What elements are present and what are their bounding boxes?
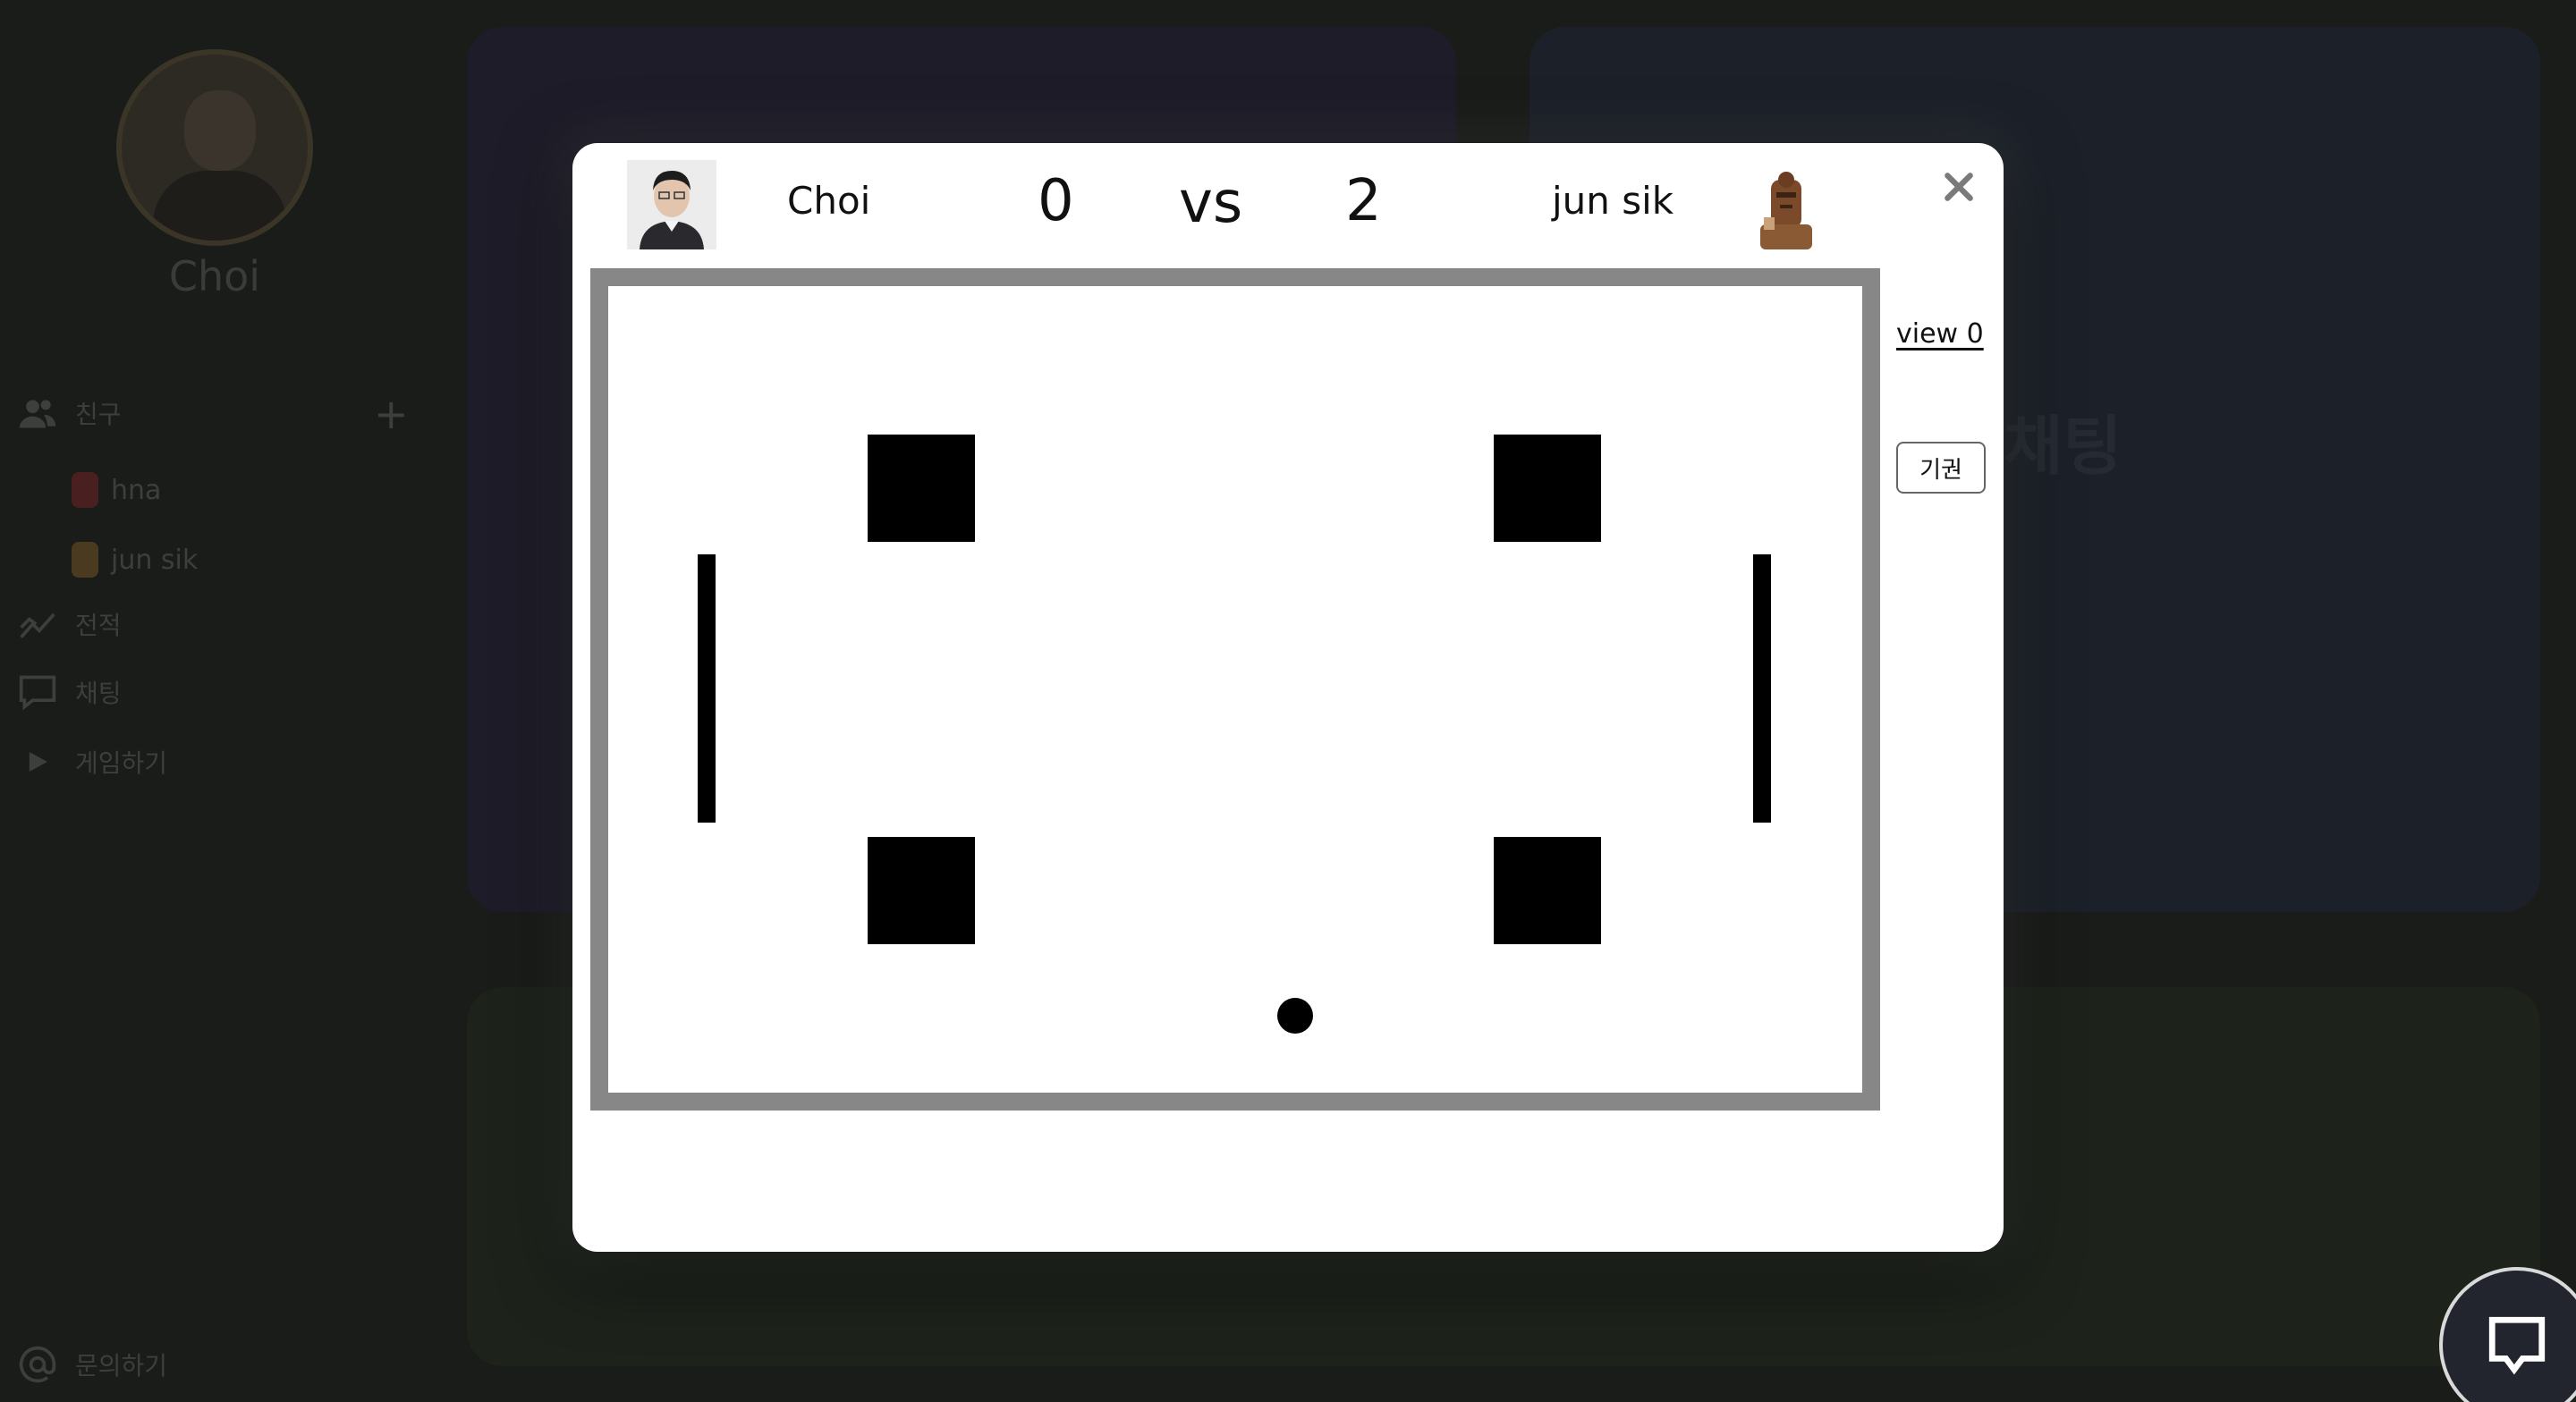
left-paddle [698, 554, 716, 823]
forfeit-button[interactable]: 기권 [1896, 442, 1986, 494]
close-icon [1945, 173, 1973, 201]
left-player-score: 0 [1038, 168, 1074, 234]
right-player-score: 2 [1345, 168, 1382, 234]
obstacle-bottom-left [868, 837, 975, 944]
right-player-avatar [1744, 160, 1834, 249]
right-player-name: jun sik [1552, 179, 1674, 223]
right-paddle [1753, 554, 1771, 823]
obstacle-top-right [1494, 435, 1601, 542]
left-player-name: Choi [787, 179, 871, 223]
left-player-avatar [627, 160, 716, 249]
game-modal: Choi 0 vs 2 jun sik view 0 기권 [572, 143, 2004, 1252]
close-button[interactable] [1936, 165, 1981, 209]
vs-label: vs [1179, 170, 1243, 236]
spectator-view-count[interactable]: view 0 [1896, 318, 1984, 350]
game-board[interactable] [590, 268, 1880, 1111]
obstacle-top-left [868, 435, 975, 542]
obstacle-bottom-right [1494, 837, 1601, 944]
ball [1277, 998, 1313, 1034]
